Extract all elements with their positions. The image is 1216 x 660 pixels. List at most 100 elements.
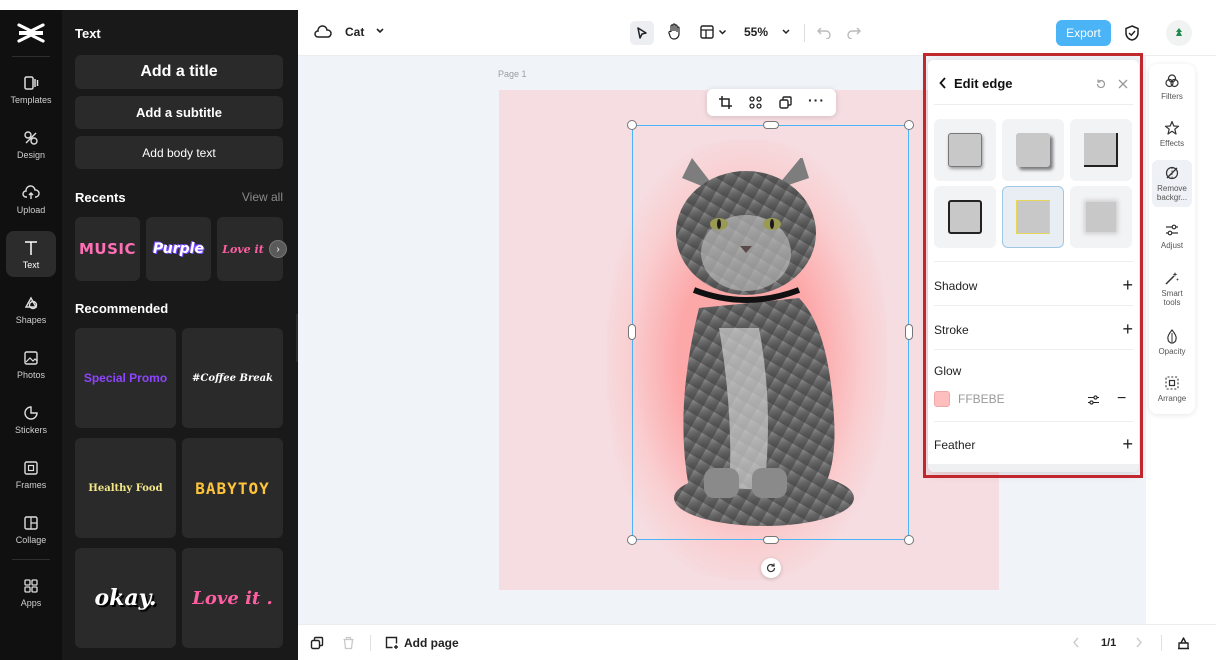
add-feather-plus-icon[interactable]: + bbox=[1122, 434, 1133, 455]
recommended-text-style-card[interactable]: #Coffee Break bbox=[182, 328, 283, 428]
text-panel: Text Add a title Add a subtitle Add body… bbox=[62, 10, 298, 660]
capcut-logo-icon[interactable] bbox=[16, 22, 46, 49]
edit-edge-title: Edit edge bbox=[954, 76, 1013, 91]
resize-handle-bottom-left[interactable] bbox=[627, 535, 637, 545]
add-page-button[interactable]: Add page bbox=[384, 635, 459, 650]
recent-text-style-card[interactable]: MUSIC bbox=[75, 217, 140, 281]
recommended-text-style-card[interactable]: Healthy Food bbox=[75, 438, 176, 538]
back-chevron-icon[interactable] bbox=[938, 76, 948, 95]
recents-next-arrow-icon[interactable]: › bbox=[269, 240, 287, 258]
tool-effects[interactable]: Effects bbox=[1152, 115, 1192, 153]
edge-style-option[interactable] bbox=[1070, 119, 1132, 181]
project-name[interactable]: Cat bbox=[345, 25, 364, 39]
rail-label-design: Design bbox=[16, 149, 45, 160]
hand-tool-button[interactable] bbox=[666, 23, 682, 46]
rotate-handle[interactable] bbox=[761, 558, 781, 578]
templates-icon bbox=[24, 75, 39, 90]
flip-icon[interactable] bbox=[748, 95, 763, 115]
edge-style-option-selected[interactable] bbox=[1002, 186, 1064, 248]
rail-item-upload[interactable]: Upload bbox=[6, 176, 56, 222]
glow-color-swatch[interactable] bbox=[934, 391, 950, 407]
tool-label-smart-tools: Smart tools bbox=[1161, 289, 1183, 307]
rail-item-shapes[interactable]: Shapes bbox=[6, 286, 56, 332]
export-button[interactable]: Export bbox=[1056, 20, 1111, 46]
glow-settings-sliders-icon[interactable] bbox=[1087, 393, 1100, 411]
resize-handle-left[interactable] bbox=[628, 324, 636, 340]
add-title-button[interactable]: Add a title bbox=[75, 55, 283, 89]
resize-handle-top[interactable] bbox=[763, 121, 779, 129]
rail-item-apps[interactable]: Apps bbox=[6, 569, 56, 615]
resize-handle-right[interactable] bbox=[905, 324, 913, 340]
rail-label-upload: Upload bbox=[16, 204, 46, 215]
rail-label-shapes: Shapes bbox=[15, 314, 47, 325]
reset-icon[interactable] bbox=[1095, 77, 1107, 95]
rail-item-collage[interactable]: Collage bbox=[6, 506, 56, 552]
filters-icon bbox=[1165, 74, 1179, 88]
recommended-text-style-card[interactable]: Love it . bbox=[182, 548, 283, 648]
shadow-row[interactable]: Shadow + bbox=[934, 275, 1133, 296]
tool-adjust[interactable]: Adjust bbox=[1152, 217, 1192, 255]
redo-icon[interactable] bbox=[846, 25, 862, 44]
rail-item-photos[interactable]: Photos bbox=[6, 341, 56, 387]
edge-style-option[interactable] bbox=[934, 186, 996, 248]
remove-glow-minus-icon[interactable]: − bbox=[1117, 391, 1126, 407]
style-okay: okay. bbox=[94, 585, 157, 611]
add-body-text-button[interactable]: Add body text bbox=[75, 136, 283, 169]
duplicate-icon[interactable] bbox=[778, 95, 793, 115]
tool-arrange[interactable]: Arrange bbox=[1152, 370, 1192, 408]
page-panel-toggle-icon[interactable] bbox=[1176, 635, 1191, 655]
edge-style-option[interactable] bbox=[1070, 186, 1132, 248]
shield-check-icon[interactable] bbox=[1124, 24, 1140, 47]
layout-icon bbox=[700, 25, 714, 39]
cloud-save-icon[interactable] bbox=[314, 24, 332, 45]
zoom-chevron-down-icon[interactable] bbox=[781, 25, 791, 43]
rail-item-text[interactable]: Text bbox=[6, 231, 56, 277]
more-options-icon[interactable]: ··· bbox=[808, 92, 825, 108]
next-page-chevron-icon[interactable] bbox=[1135, 636, 1143, 654]
rail-item-templates[interactable]: Templates bbox=[6, 66, 56, 112]
panel-divider bbox=[934, 421, 1133, 422]
close-icon[interactable] bbox=[1117, 77, 1129, 95]
previous-page-chevron-icon[interactable] bbox=[1072, 636, 1080, 654]
delete-page-trash-icon[interactable] bbox=[342, 636, 355, 655]
feather-label: Feather bbox=[934, 437, 976, 452]
project-menu-chevron-icon[interactable] bbox=[375, 24, 385, 43]
collage-icon bbox=[24, 515, 38, 530]
user-avatar[interactable] bbox=[1166, 20, 1192, 46]
stroke-row[interactable]: Stroke + bbox=[934, 319, 1133, 340]
rail-item-frames[interactable]: Frames bbox=[6, 451, 56, 497]
crop-icon[interactable] bbox=[718, 95, 733, 115]
add-subtitle-button[interactable]: Add a subtitle bbox=[75, 96, 283, 129]
tool-filters[interactable]: Filters bbox=[1152, 68, 1192, 106]
resize-handle-bottom-right[interactable] bbox=[904, 535, 914, 545]
rail-item-stickers[interactable]: Stickers bbox=[6, 396, 56, 442]
resize-handle-top-right[interactable] bbox=[904, 120, 914, 130]
view-all-link[interactable]: View all bbox=[242, 190, 283, 204]
recent-text-style-card[interactable]: Purple bbox=[146, 217, 211, 281]
glow-color-hex[interactable]: FFBEBE bbox=[958, 392, 1005, 406]
edge-style-option[interactable] bbox=[1002, 119, 1064, 181]
zoom-level[interactable]: 55% bbox=[744, 25, 768, 39]
feather-row[interactable]: Feather + bbox=[934, 434, 1133, 455]
rail-item-design[interactable]: Design bbox=[6, 121, 56, 167]
recommended-text-style-card[interactable]: Special Promo bbox=[75, 328, 176, 428]
undo-icon[interactable] bbox=[816, 25, 832, 44]
resize-handle-bottom[interactable] bbox=[763, 536, 779, 544]
add-stroke-plus-icon[interactable]: + bbox=[1122, 319, 1133, 340]
recent-style-music: MUSIC bbox=[79, 240, 136, 258]
duplicate-page-icon[interactable] bbox=[310, 636, 324, 655]
edge-style-option[interactable] bbox=[934, 119, 996, 181]
recommended-text-style-card[interactable]: okay. bbox=[75, 548, 176, 648]
add-shadow-plus-icon[interactable]: + bbox=[1122, 275, 1133, 296]
shadow-label: Shadow bbox=[934, 278, 978, 293]
recommended-text-style-card[interactable]: BABYTOY bbox=[182, 438, 283, 538]
rail-divider bbox=[12, 559, 50, 560]
resize-handle-top-left[interactable] bbox=[627, 120, 637, 130]
tool-remove-background[interactable]: Remove backgr... bbox=[1152, 160, 1192, 207]
selection-box[interactable] bbox=[632, 125, 909, 540]
tool-opacity[interactable]: Opacity bbox=[1152, 323, 1192, 361]
avatar-icon bbox=[1176, 28, 1182, 36]
layout-menu-button[interactable] bbox=[699, 24, 727, 40]
select-tool-button[interactable] bbox=[630, 21, 654, 45]
tool-smart-tools[interactable]: Smart tools bbox=[1152, 265, 1192, 312]
